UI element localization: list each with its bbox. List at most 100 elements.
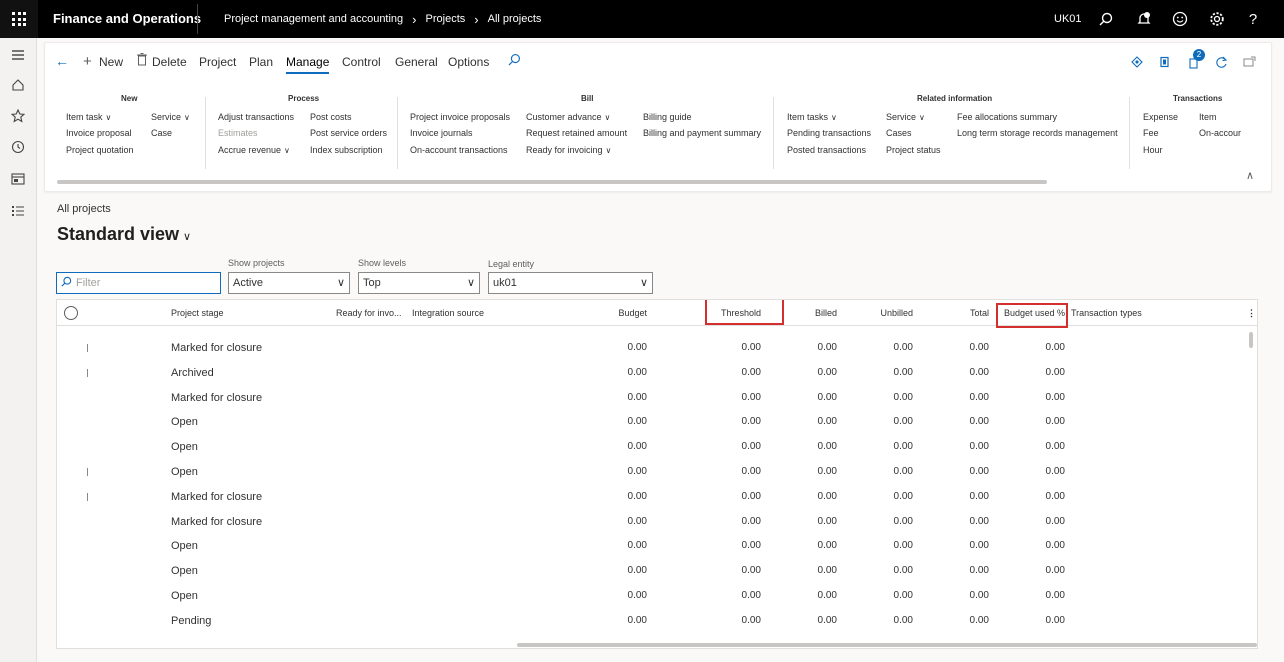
column-header-transaction-types[interactable]: Transaction types xyxy=(1071,308,1142,318)
posted-transactions-button[interactable]: Posted transactions xyxy=(787,145,866,155)
show-levels-select[interactable]: Top ∨ xyxy=(358,272,480,294)
table-row[interactable]: Open 0.00 0.00 0.00 0.00 0.00 0.00 xyxy=(57,559,1257,584)
ready-for-invoicing-menu[interactable]: Ready for invoicing ∨ xyxy=(526,145,611,155)
item-tasks-menu[interactable]: Item tasks ∨ xyxy=(787,112,837,122)
fee-button[interactable]: Fee xyxy=(1143,128,1159,138)
breadcrumb-item[interactable]: Project management and accounting xyxy=(224,13,403,25)
service-menu[interactable]: Service ∨ xyxy=(151,112,190,122)
tab-project[interactable]: Project xyxy=(199,55,236,69)
page-breadcrumb[interactable]: All projects xyxy=(57,203,111,215)
case-button[interactable]: Case xyxy=(151,128,172,138)
budget-used-cell: 0.00 xyxy=(1045,614,1065,626)
workspaces-icon[interactable] xyxy=(9,170,27,188)
horizontal-scrollbar[interactable] xyxy=(517,643,1257,647)
estimates-button[interactable]: Estimates xyxy=(218,128,258,138)
delete-button[interactable]: Delete xyxy=(152,55,187,69)
index-subscription-button[interactable]: Index subscription xyxy=(310,145,383,155)
search-icon[interactable] xyxy=(1096,9,1116,29)
request-retained-amount-button[interactable]: Request retained amount xyxy=(526,128,627,138)
legal-entity-select[interactable]: uk01 ∨ xyxy=(488,272,653,294)
show-projects-select[interactable]: Active ∨ xyxy=(228,272,350,294)
post-costs-button[interactable]: Post costs xyxy=(310,112,352,122)
pending-transactions-button[interactable]: Pending transactions xyxy=(787,128,871,138)
app-launcher-button[interactable] xyxy=(0,0,38,38)
table-row[interactable]: Open 0.00 0.00 0.00 0.00 0.00 0.00 xyxy=(57,410,1257,435)
item-task-menu[interactable]: Item task ∨ xyxy=(66,112,111,122)
search-icon[interactable] xyxy=(508,53,521,69)
table-row[interactable]: Marked for closure 0.00 0.00 0.00 0.00 0.00 0.… xyxy=(57,386,1257,411)
column-header-total[interactable]: Total xyxy=(929,308,989,318)
smiley-feedback-icon[interactable] xyxy=(1170,9,1190,29)
cases-button[interactable]: Cases xyxy=(886,128,912,138)
fee-allocations-summary-button[interactable]: Fee allocations summary xyxy=(957,112,1057,122)
modules-list-icon[interactable] xyxy=(9,202,27,220)
page-title: Standard view xyxy=(57,224,180,244)
open-new-window-icon[interactable] xyxy=(1241,54,1257,70)
new-button[interactable]: New xyxy=(99,55,123,69)
power-apps-icon[interactable] xyxy=(1129,54,1145,70)
help-icon[interactable]: ? xyxy=(1243,9,1263,29)
filter-input[interactable]: Filter xyxy=(56,272,221,294)
notification-bell-icon[interactable] xyxy=(1134,9,1154,29)
more-options-icon[interactable]: ⋮ xyxy=(1247,308,1256,319)
post-service-orders-button[interactable]: Post service orders xyxy=(310,128,387,138)
select-all-checkbox[interactable] xyxy=(64,306,78,320)
project-quotation-button[interactable]: Project quotation xyxy=(66,145,134,155)
favorites-star-icon[interactable] xyxy=(9,107,27,125)
back-arrow-icon[interactable]: ← xyxy=(55,53,69,69)
chevron-down-icon: ∨ xyxy=(284,146,290,155)
expense-button[interactable]: Expense xyxy=(1143,112,1178,122)
on-account-button[interactable]: On-accour xyxy=(1199,128,1241,138)
column-header-ready-for-invoicing[interactable]: Ready for invo... xyxy=(336,308,402,318)
hamburger-menu-icon[interactable] xyxy=(9,46,27,64)
refresh-icon[interactable] xyxy=(1213,54,1229,70)
table-row[interactable]: Open 0.00 0.00 0.00 0.00 0.00 0.00 xyxy=(57,584,1257,609)
tab-manage[interactable]: Manage xyxy=(286,55,330,74)
hour-button[interactable]: Hour xyxy=(1143,145,1163,155)
column-header-billed[interactable]: Billed xyxy=(777,308,837,318)
gear-icon[interactable] xyxy=(1207,9,1227,29)
tab-general[interactable]: General xyxy=(395,55,438,69)
column-header-project-stage[interactable]: Project stage xyxy=(171,308,224,318)
breadcrumb-item[interactable]: Projects xyxy=(426,13,466,25)
on-account-transactions-button[interactable]: On-account transactions xyxy=(410,145,508,155)
table-row[interactable]: Open 0.00 0.00 0.00 0.00 0.00 0.00 xyxy=(57,435,1257,460)
table-row[interactable]: Pending 0.00 0.00 0.00 0.00 0.00 0.00 xyxy=(57,609,1257,634)
accrue-revenue-menu[interactable]: Accrue revenue ∨ xyxy=(218,145,290,155)
item-button[interactable]: Item xyxy=(1199,112,1217,122)
table-row[interactable]: Marked for closure 0.00 0.00 0.00 0.00 0.00 0.… xyxy=(57,485,1257,510)
app-title[interactable]: Finance and Operations xyxy=(53,11,201,26)
table-row[interactable]: Open 0.00 0.00 0.00 0.00 0.00 0.00 xyxy=(57,534,1257,559)
billing-guide-button[interactable]: Billing guide xyxy=(643,112,692,122)
tab-options[interactable]: Options xyxy=(448,55,489,69)
customer-advance-menu[interactable]: Customer advance ∨ xyxy=(526,112,610,122)
office-icon[interactable] xyxy=(1157,54,1173,70)
tab-control[interactable]: Control xyxy=(342,55,381,69)
long-term-storage-records-button[interactable]: Long term storage records management xyxy=(957,128,1118,138)
table-row[interactable]: Marked for closure 0.00 0.00 0.00 0.00 0.00 0.… xyxy=(57,336,1257,361)
service-related-menu[interactable]: Service ∨ xyxy=(886,112,925,122)
project-invoice-proposals-button[interactable]: Project invoice proposals xyxy=(410,112,510,122)
column-header-integration-source[interactable]: Integration source xyxy=(412,308,484,318)
budget-used-cell: 0.00 xyxy=(1045,416,1065,428)
invoice-proposal-button[interactable]: Invoice proposal xyxy=(66,128,132,138)
home-icon[interactable] xyxy=(9,76,27,94)
column-header-unbilled[interactable]: Unbilled xyxy=(853,308,913,318)
budget-used-cell: 0.00 xyxy=(1045,540,1065,552)
adjust-transactions-button[interactable]: Adjust transactions xyxy=(218,112,294,122)
table-row[interactable]: Marked for closure 0.00 0.00 0.00 0.00 0.00 0.… xyxy=(57,510,1257,535)
table-row[interactable]: Archived 0.00 0.00 0.00 0.00 0.00 0.00 xyxy=(57,361,1257,386)
view-selector[interactable]: Standard view ∨ xyxy=(57,224,191,245)
tab-plan[interactable]: Plan xyxy=(249,55,273,69)
vertical-scrollbar[interactable] xyxy=(1249,332,1253,348)
collapse-chevron-up-icon[interactable]: ∧ xyxy=(1246,169,1254,182)
project-status-button[interactable]: Project status xyxy=(886,145,941,155)
invoice-journals-button[interactable]: Invoice journals xyxy=(410,128,473,138)
company-picker[interactable]: UK01 xyxy=(1054,13,1082,25)
column-header-budget[interactable]: Budget xyxy=(587,308,647,318)
breadcrumb-item[interactable]: All projects xyxy=(488,13,542,25)
recent-clock-icon[interactable] xyxy=(9,138,27,156)
table-row[interactable]: Open 0.00 0.00 0.00 0.00 0.00 0.00 xyxy=(57,460,1257,485)
action-pane-scrollbar[interactable] xyxy=(57,180,1047,184)
billing-and-payment-summary-button[interactable]: Billing and payment summary xyxy=(643,128,761,138)
